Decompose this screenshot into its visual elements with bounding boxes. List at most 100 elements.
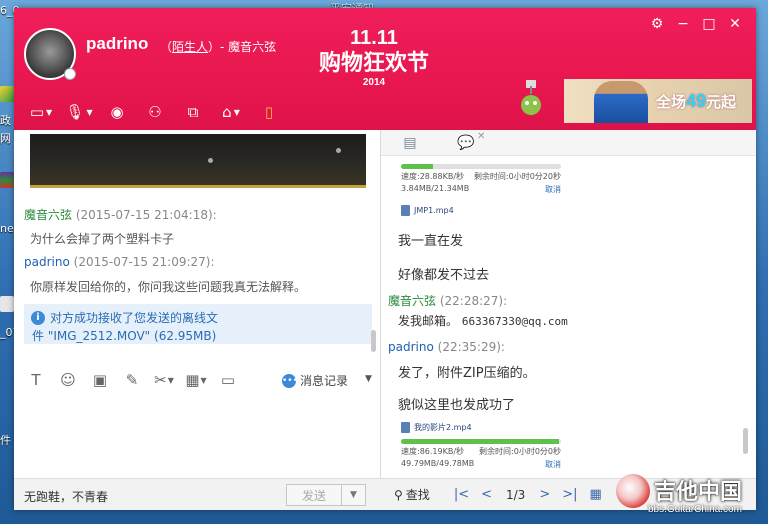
transfer-size: 3.84MB/21.34MB <box>401 184 470 193</box>
right-tabs: ▤ 💬 ✕ <box>381 130 756 156</box>
message-header: 魔音六弦 (2015-07-15 21:04:18): <box>24 206 217 223</box>
monitor-icon: ▭ <box>220 371 236 389</box>
message-history-button[interactable]: ••• 消息记录 <box>282 372 348 389</box>
video-icon: ◉ <box>110 103 124 121</box>
ad-text: 全场49元起 <box>656 91 736 112</box>
ad-model-image <box>594 81 648 123</box>
message-text: 发我邮箱。 663367330@qq.com <box>398 312 568 329</box>
transfer-size: 49.79MB/49.78MB <box>401 459 475 468</box>
find-button[interactable]: ⚲ 查找 <box>394 486 430 503</box>
notice-line: 件 "IMG_2512.MOV" (62.95MB) <box>32 329 217 343</box>
find-label: 查找 <box>405 488 430 502</box>
desktop-file-icon[interactable] <box>0 296 14 312</box>
double-eleven-banner[interactable]: 11.11 购物狂欢节 2014 <box>304 22 444 92</box>
sender-name[interactable]: padrino <box>388 340 434 354</box>
message-text: 发了，附件ZIP压缩的。 <box>398 366 536 381</box>
sender-name[interactable]: 魔音六弦 <box>24 208 72 222</box>
close-icon[interactable]: ✕ <box>477 131 485 142</box>
close-button[interactable]: ✕ <box>726 16 744 32</box>
desktop-app-icon[interactable] <box>0 172 14 188</box>
emoji-button[interactable]: ☺ <box>52 368 84 392</box>
relation-open: （ <box>160 40 173 54</box>
sender-name[interactable]: padrino <box>24 255 70 269</box>
grid-icon: ▦ <box>185 371 200 389</box>
file-transfer-icon: ▭ <box>29 103 45 121</box>
screenshot-button[interactable]: ✂ ▼ <box>148 368 180 392</box>
remaining-time: 剩余时间:0小时0分20秒 <box>473 172 561 181</box>
desktop-label: 件 <box>0 434 11 447</box>
title-bar: padrino （陌生人）- 魔音六弦 11.11 购物狂欢节 2014 ⚙ −… <box>14 8 756 130</box>
tab-chat[interactable]: 💬 <box>453 134 479 152</box>
ad-number: 49 <box>686 91 707 111</box>
message-time: (22:28:27): <box>439 294 508 308</box>
contact-name[interactable]: padrino <box>86 34 148 54</box>
screen-share-icon: ⧉ <box>187 103 199 121</box>
scrollbar-thumb[interactable] <box>371 330 376 352</box>
received-photo[interactable] <box>30 134 366 188</box>
file-icon <box>401 205 410 216</box>
image-button[interactable]: ▣ <box>84 368 116 392</box>
next-page-button[interactable]: > <box>539 487 550 502</box>
notice-line: 对方成功接收了您发送的离线文 <box>50 311 219 325</box>
cancel-link[interactable]: 取消 <box>545 459 561 470</box>
photo-detail <box>208 158 213 163</box>
file-icon <box>401 422 410 433</box>
scrollbar-thumb[interactable] <box>743 428 748 454</box>
calendar-icon[interactable]: ▦ <box>590 487 602 502</box>
doodle-button[interactable]: ✎ <box>116 368 148 392</box>
voice-icon: 🎙 <box>65 103 85 121</box>
chevron-down-icon: ▼ <box>46 107 53 117</box>
ad-banner[interactable]: 全场49元起 <box>564 79 752 123</box>
prev-page-button[interactable]: < <box>481 487 492 502</box>
minimize-button[interactable]: − <box>674 16 692 32</box>
transfer-speed: 速度:86.19KB/秒 <box>401 447 465 456</box>
app-button[interactable]: ▯ <box>250 100 288 124</box>
info-icon: i <box>31 311 45 325</box>
cancel-link[interactable]: 取消 <box>545 184 561 195</box>
offline-file-notice: i 对方成功接收了您发送的离线文 件 "IMG_2512.MOV" (62.95… <box>24 304 372 344</box>
message-text: 为什么会掉了两个塑料卡子 <box>30 232 175 246</box>
progress-fill <box>401 439 560 444</box>
screen-record-button[interactable]: ▭ <box>212 368 244 392</box>
file-name[interactable]: JMP1.mp4 <box>414 206 454 215</box>
email-address[interactable]: 663367330@qq.com <box>462 315 568 328</box>
file-name[interactable]: 我的影片2.mp4 <box>414 422 472 433</box>
more-button[interactable]: ▦ ▼ <box>180 368 212 392</box>
font-button[interactable]: T <box>20 368 52 392</box>
add-contact-button[interactable]: ⚇ <box>136 100 174 124</box>
message-text: 我一直在发 <box>398 234 464 249</box>
edit-icon: ✎ <box>125 371 139 389</box>
first-page-button[interactable]: |< <box>454 487 469 502</box>
progress-bar <box>401 164 561 169</box>
banner-top: 11.11 <box>350 27 398 49</box>
tab-profile[interactable]: ▤ <box>397 134 423 152</box>
status-badge <box>64 68 76 80</box>
progress-fill <box>401 164 433 169</box>
mascot-icon[interactable] <box>518 80 544 116</box>
message-time: (2015-07-15 21:09:27): <box>73 255 215 269</box>
send-options-button[interactable]: ▼ <box>342 484 366 506</box>
desktop-app-icon[interactable] <box>0 86 14 102</box>
file-transfer-button[interactable]: ▭ ▼ <box>22 100 60 124</box>
send-button[interactable]: 发送 <box>286 484 342 506</box>
video-button[interactable]: ◉ <box>98 100 136 124</box>
chat-bubble-icon: ••• <box>282 373 298 388</box>
last-page-button[interactable]: >| <box>562 487 577 502</box>
voice-button[interactable]: 🎙 ▼ <box>60 100 98 124</box>
settings-icon[interactable]: ⚙ <box>648 16 666 32</box>
relation-suffix: ）- 魔音六弦 <box>208 40 277 54</box>
message-input[interactable] <box>14 396 382 476</box>
stranger-link[interactable]: 陌生人 <box>172 40 208 54</box>
add-contact-icon: ⚇ <box>148 103 162 121</box>
contact-relation: （陌生人）- 魔音六弦 <box>160 38 276 55</box>
message-time: (22:35:29): <box>437 340 505 354</box>
ad-slogan[interactable]: 无跑鞋，不青春 <box>24 488 108 505</box>
chevron-down-icon[interactable]: ▼ <box>365 374 372 384</box>
desktop-label: 网 <box>0 132 11 145</box>
sender-name[interactable]: 魔音六弦 <box>388 294 436 308</box>
screen-share-button[interactable]: ⧉ <box>174 100 212 124</box>
emoji-icon: ☺ <box>60 371 76 389</box>
remote-assist-button[interactable]: ⌂ ▼ <box>212 100 250 124</box>
watermark-brand: 吉他中国 <box>654 479 743 504</box>
maximize-button[interactable]: □ <box>700 16 718 32</box>
